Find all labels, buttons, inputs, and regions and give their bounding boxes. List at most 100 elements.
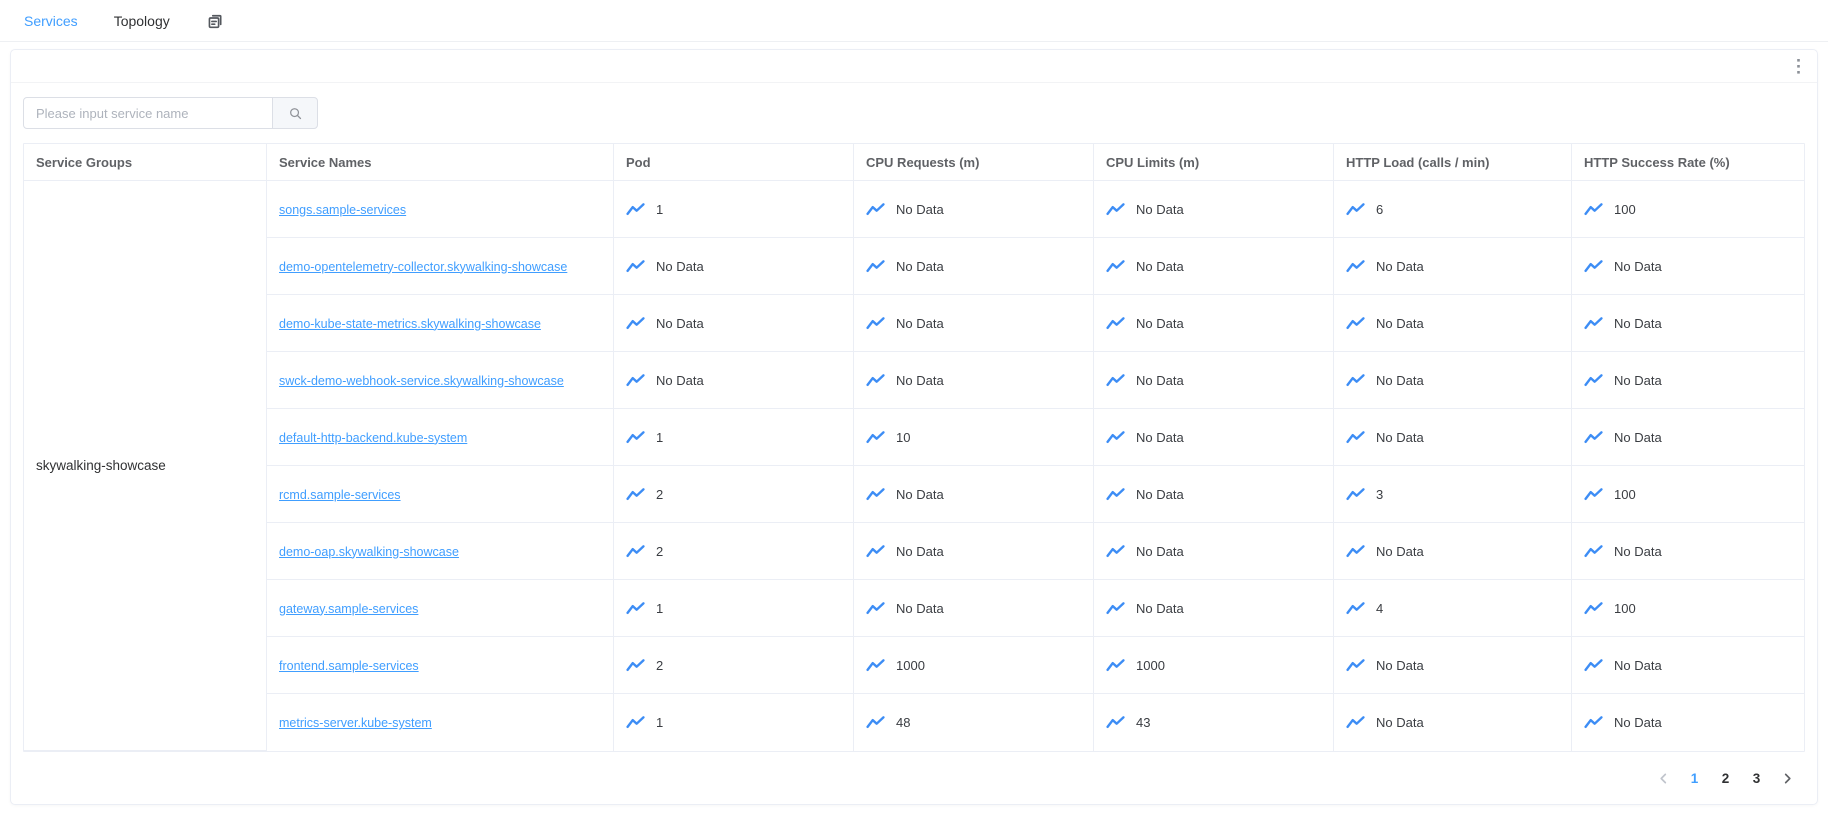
service-name-cell: gateway.sample-services — [267, 580, 614, 637]
service-name-link[interactable]: rcmd.sample-services — [279, 488, 401, 502]
trend-line-icon[interactable] — [1106, 544, 1125, 559]
col-header-pod: Pod — [614, 144, 854, 181]
trend-line-icon[interactable] — [1584, 430, 1603, 445]
http-load-cell: 6 — [1334, 181, 1572, 238]
cpu-limits-value: 43 — [1136, 715, 1150, 730]
trend-line-icon[interactable] — [1346, 430, 1365, 445]
cpu-requests-value: No Data — [896, 487, 944, 502]
trend-line-icon[interactable] — [1106, 430, 1125, 445]
kebab-menu-icon[interactable] — [1794, 56, 1803, 77]
trend-line-icon[interactable] — [1584, 601, 1603, 616]
service-name-cell: songs.sample-services — [267, 181, 614, 238]
trend-line-icon[interactable] — [1346, 487, 1365, 502]
http-success-rate-cell: 100 — [1572, 181, 1804, 238]
cpu-requests-value: No Data — [896, 544, 944, 559]
trend-line-icon[interactable] — [866, 487, 885, 502]
cpu-limits-cell: 1000 — [1094, 637, 1334, 694]
trend-line-icon[interactable] — [866, 601, 885, 616]
http-load-value: No Data — [1376, 658, 1424, 673]
trend-line-icon[interactable] — [626, 601, 645, 616]
trend-line-icon[interactable] — [1346, 373, 1365, 388]
trend-line-icon[interactable] — [1346, 544, 1365, 559]
cpu-limits-cell: No Data — [1094, 580, 1334, 637]
trend-line-icon[interactable] — [626, 658, 645, 673]
pagination-page-3[interactable]: 3 — [1741, 764, 1772, 792]
cpu-requests-cell: 10 — [854, 409, 1094, 466]
trend-line-icon[interactable] — [1106, 373, 1125, 388]
trend-line-icon[interactable] — [866, 259, 885, 274]
trend-line-icon[interactable] — [1346, 202, 1365, 217]
trend-line-icon[interactable] — [1106, 202, 1125, 217]
trend-line-icon[interactable] — [1346, 601, 1365, 616]
http-load-cell: No Data — [1334, 523, 1572, 580]
service-name-link[interactable]: demo-kube-state-metrics.skywalking-showc… — [279, 317, 541, 331]
trend-line-icon[interactable] — [626, 430, 645, 445]
trend-line-icon[interactable] — [1584, 259, 1603, 274]
trend-line-icon[interactable] — [626, 715, 645, 730]
service-name-link[interactable]: metrics-server.kube-system — [279, 716, 432, 730]
trend-line-icon[interactable] — [1106, 715, 1125, 730]
service-name-link[interactable]: frontend.sample-services — [279, 659, 419, 673]
trend-line-icon[interactable] — [1584, 373, 1603, 388]
trend-line-icon[interactable] — [626, 373, 645, 388]
trend-line-icon[interactable] — [1106, 487, 1125, 502]
pagination-page-2[interactable]: 2 — [1710, 764, 1741, 792]
trend-line-icon[interactable] — [1584, 715, 1603, 730]
copy-document-icon[interactable] — [206, 12, 224, 30]
cpu-requests-cell: No Data — [854, 580, 1094, 637]
trend-line-icon[interactable] — [866, 373, 885, 388]
trend-line-icon[interactable] — [1106, 316, 1125, 331]
trend-line-icon[interactable] — [1346, 316, 1365, 331]
trend-line-icon[interactable] — [626, 202, 645, 217]
trend-line-icon[interactable] — [1584, 487, 1603, 502]
http-success-rate-value: No Data — [1614, 715, 1662, 730]
trend-line-icon[interactable] — [1346, 658, 1365, 673]
tab-topology[interactable]: Topology — [114, 0, 170, 42]
trend-line-icon[interactable] — [626, 544, 645, 559]
pod-cell: 1 — [614, 580, 854, 637]
service-name-link[interactable]: gateway.sample-services — [279, 602, 418, 616]
pagination-page-1[interactable]: 1 — [1679, 764, 1710, 792]
http-load-value: 3 — [1376, 487, 1383, 502]
col-header-cpu-requests: CPU Requests (m) — [854, 144, 1094, 181]
table-row: demo-oap.skywalking-showcase 2 No Data — [24, 523, 1804, 580]
trend-line-icon[interactable] — [626, 316, 645, 331]
trend-line-icon[interactable] — [866, 715, 885, 730]
pod-value: No Data — [656, 316, 704, 331]
http-success-rate-value: No Data — [1614, 658, 1662, 673]
trend-line-icon[interactable] — [1584, 316, 1603, 331]
pagination-next-button[interactable] — [1772, 764, 1803, 792]
http-success-rate-cell: No Data — [1572, 238, 1804, 295]
pagination-prev-button[interactable] — [1648, 764, 1679, 792]
trend-line-icon[interactable] — [1584, 658, 1603, 673]
service-name-link[interactable]: demo-opentelemetry-collector.skywalking-… — [279, 260, 567, 274]
trend-line-icon[interactable] — [866, 544, 885, 559]
cpu-requests-value: 48 — [896, 715, 910, 730]
trend-line-icon[interactable] — [866, 430, 885, 445]
trend-line-icon[interactable] — [1346, 259, 1365, 274]
trend-line-icon[interactable] — [1346, 715, 1365, 730]
trend-line-icon[interactable] — [866, 316, 885, 331]
pod-cell: 2 — [614, 523, 854, 580]
service-name-link[interactable]: songs.sample-services — [279, 203, 406, 217]
trend-line-icon[interactable] — [1584, 202, 1603, 217]
service-name-link[interactable]: swck-demo-webhook-service.skywalking-sho… — [279, 374, 564, 388]
trend-line-icon[interactable] — [1584, 544, 1603, 559]
cpu-requests-value: 1000 — [896, 658, 925, 673]
trend-line-icon[interactable] — [1106, 259, 1125, 274]
trend-line-icon[interactable] — [1106, 601, 1125, 616]
cpu-requests-cell: 1000 — [854, 637, 1094, 694]
tab-services[interactable]: Services — [24, 0, 78, 42]
service-name-link[interactable]: default-http-backend.kube-system — [279, 431, 467, 445]
cpu-limits-value: No Data — [1136, 316, 1184, 331]
trend-line-icon[interactable] — [626, 487, 645, 502]
search-button[interactable] — [272, 97, 318, 129]
pod-value: 2 — [656, 658, 663, 673]
pod-cell: 1 — [614, 694, 854, 751]
trend-line-icon[interactable] — [1106, 658, 1125, 673]
trend-line-icon[interactable] — [866, 202, 885, 217]
service-name-link[interactable]: demo-oap.skywalking-showcase — [279, 545, 459, 559]
trend-line-icon[interactable] — [626, 259, 645, 274]
service-search-input[interactable] — [23, 97, 273, 129]
trend-line-icon[interactable] — [866, 658, 885, 673]
